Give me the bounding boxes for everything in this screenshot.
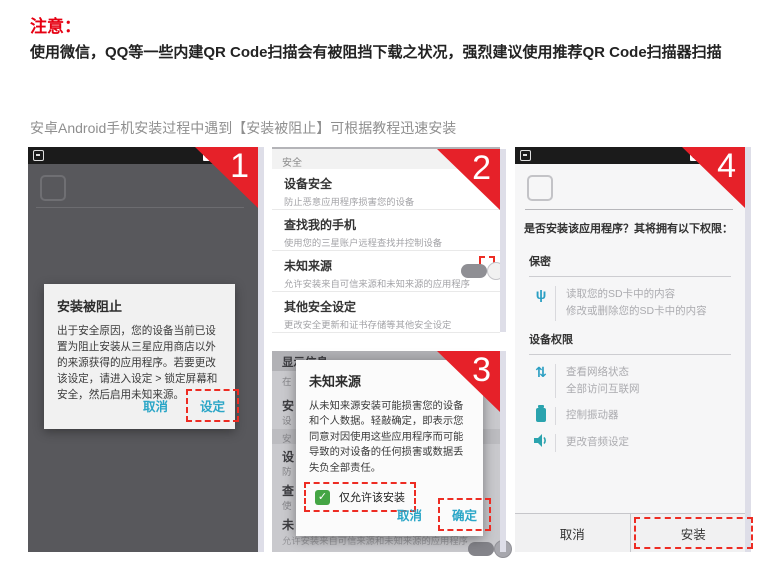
dialog-title: 未知来源 <box>309 371 470 390</box>
background-text: 安 <box>282 397 294 414</box>
permission-text: 查看网络状态 <box>566 364 640 381</box>
install-button[interactable]: 安装 <box>634 517 754 549</box>
install-cell: 安装 <box>630 514 746 552</box>
dialog-title: 安装被阻止 <box>57 296 222 315</box>
cancel-button[interactable]: 取消 <box>389 500 430 529</box>
background-text: 使 <box>282 498 292 512</box>
cancel-button[interactable]: 取消 <box>135 391 176 420</box>
permission-text: 全部访问互联网 <box>566 381 640 398</box>
tutorial-subtitle: 安卓Android手机安装过程中遇到【安装被阻止】可根据教程迅速安装 <box>30 118 740 138</box>
notice-heading: 注意： <box>30 12 81 37</box>
vibration-icon <box>531 407 551 425</box>
step-number: 2 <box>472 151 491 185</box>
background-text: 未 <box>282 516 294 533</box>
notification-icon <box>33 150 44 161</box>
permission-row-network: ⇅ 查看网络状态 全部访问互联网 <box>531 364 745 399</box>
screenshot-step-4: 1 4G 7:4 是否安装该应用程序？其将拥有以下权限： 保密 ψ 读取您的SD… <box>515 147 745 552</box>
background-text: 设 <box>282 413 292 427</box>
unknown-sources-dialog: 未知来源 从未知来源安装可能损害您的设备和个人数据。轻敲确定，即表示您同意对因使… <box>296 360 483 536</box>
step-number: 4 <box>717 149 736 183</box>
permission-row-audio: 更改音频设定 <box>531 434 745 451</box>
ok-button[interactable]: 确定 <box>438 498 491 531</box>
allow-once-checkbox[interactable]: ✓ <box>315 490 330 505</box>
privacy-section-header: 保密 <box>529 253 731 277</box>
app-icon-placeholder <box>40 175 66 201</box>
speaker-icon <box>531 434 551 450</box>
notice-body-text: 使用微信，QQ等一些内建QR Code扫描会有被阻挡下载之状况，强烈建议使用推荐… <box>30 40 740 66</box>
network-arrows-icon: ⇅ <box>531 364 551 380</box>
step-number: 1 <box>230 149 249 183</box>
list-item-other-security[interactable]: 其他安全设定 更改安全更新和证书存储等其他安全设定 <box>272 292 500 333</box>
permission-row-storage: ψ 读取您的SD卡中的内容 修改或删除您的SD卡中的内容 <box>531 286 745 321</box>
install-prompt-title: 是否安装该应用程序？其将拥有以下权限： <box>524 220 741 236</box>
permission-text: 更改音频设定 <box>566 434 629 451</box>
screenshot-step-2: 安全 设备安全 防止恶意应用程序损害您的设备 查找我的手机 使用您的三星账户远程… <box>272 147 500 332</box>
dialog-body: 从未知来源安装可能损害您的设备和个人数据。轻敲确定，即表示您同意对因使用这些应用… <box>309 399 470 476</box>
notification-icon <box>520 150 531 161</box>
permission-text: 控制振动器 <box>566 407 619 424</box>
install-action-bar: 取消 安装 <box>515 513 745 552</box>
permission-text: 读取您的SD卡中的内容 <box>566 286 707 303</box>
permission-text: 修改或删除您的SD卡中的内容 <box>566 303 707 320</box>
permission-row-vibration: 控制振动器 <box>531 407 745 425</box>
step-number: 3 <box>472 353 491 387</box>
background-text: 设 <box>282 448 294 465</box>
app-icon-placeholder <box>527 175 553 201</box>
settings-button[interactable]: 设定 <box>186 389 239 422</box>
screenshot-step-1: 1 4G 7:4 1 安装被阻止 出于安全原因，您的设备当前已设置为阻止安装从三… <box>28 147 258 552</box>
background-text: 安 <box>282 431 292 445</box>
usb-icon: ψ <box>531 286 551 302</box>
cancel-button[interactable]: 取消 <box>515 514 630 552</box>
divider <box>525 209 733 210</box>
background-text: 防 <box>282 464 292 478</box>
background-text: 查 <box>282 482 294 499</box>
divider <box>36 207 244 208</box>
tutorial-page: 注意： 使用微信，QQ等一些内建QR Code扫描会有被阻挡下载之状况，强烈建议… <box>0 0 767 570</box>
list-item-unknown-sources[interactable]: 未知来源 允许安装来自可信来源和未知来源的应用程序 <box>272 251 500 292</box>
screenshot-step-3: 显示信息 在 安 设 安 设 防 查 使 未 允许安装来自可信来源和未知来源的应… <box>272 351 500 552</box>
device-permissions-header: 设备权限 <box>529 331 731 355</box>
highlight-box <box>479 256 495 268</box>
list-item-find-my-mobile[interactable]: 查找我的手机 使用您的三星账户远程查找并控制设备 <box>272 210 500 251</box>
install-blocked-dialog: 安装被阻止 出于安全原因，您的设备当前已设置为阻止安装从三星应用商店以外的来源获… <box>44 284 235 429</box>
